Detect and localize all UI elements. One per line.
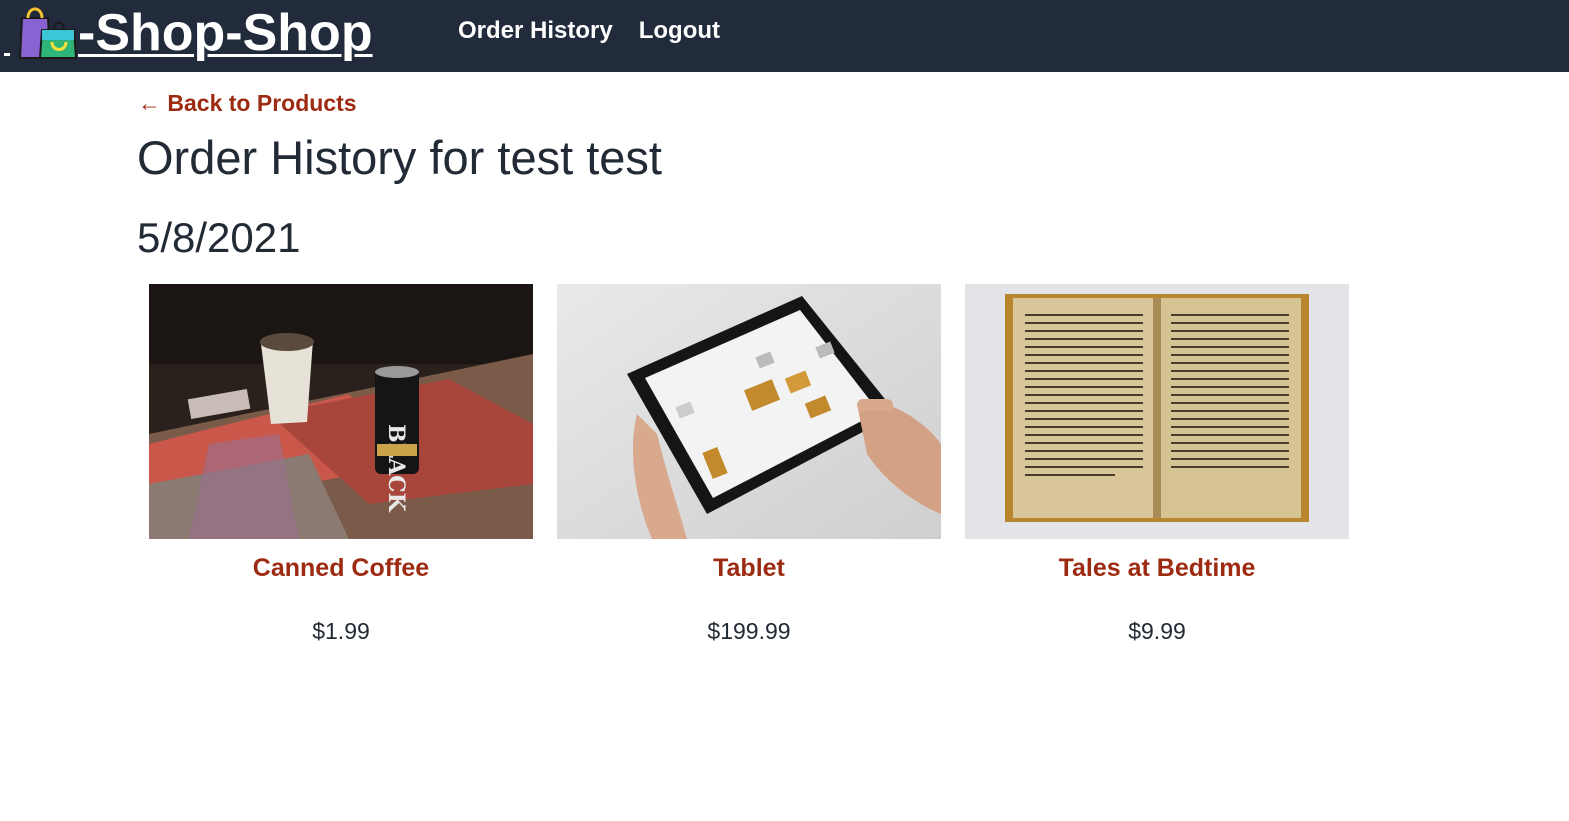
shopping-bags-icon bbox=[10, 0, 78, 62]
order-item: Tablet $199.99 bbox=[557, 284, 941, 645]
product-name[interactable]: Tablet bbox=[557, 553, 941, 583]
back-to-products-link[interactable]: ← Back to Products bbox=[138, 89, 357, 117]
brand-title: -Shop-Shop bbox=[78, 4, 373, 62]
navbar: -Shop-Shop Order History Logout bbox=[0, 0, 1569, 72]
order-item: BLACK Canned Coffee $1.99 bbox=[149, 284, 533, 645]
product-price: $1.99 bbox=[312, 618, 370, 644]
order-date: 5/8/2021 bbox=[137, 214, 301, 261]
nav-logout-link[interactable]: Logout bbox=[639, 16, 720, 46]
canned-coffee-image[interactable]: BLACK bbox=[149, 284, 533, 539]
product-price: $199.99 bbox=[707, 618, 791, 644]
page-title: Order History for test test bbox=[137, 131, 662, 184]
tablet-image[interactable] bbox=[557, 284, 941, 539]
open-book-image[interactable] bbox=[965, 284, 1349, 539]
svg-text:BLACK: BLACK bbox=[383, 424, 409, 513]
order-item: Tales at Bedtime $9.99 bbox=[965, 284, 1349, 645]
nav-links: Order History Logout bbox=[458, 16, 720, 46]
product-name[interactable]: Tales at Bedtime bbox=[965, 553, 1349, 583]
brand-link[interactable]: -Shop-Shop bbox=[4, 0, 373, 62]
nav-order-history-link[interactable]: Order History bbox=[458, 16, 613, 46]
product-name[interactable]: Canned Coffee bbox=[149, 553, 533, 583]
product-price: $9.99 bbox=[1128, 618, 1186, 644]
